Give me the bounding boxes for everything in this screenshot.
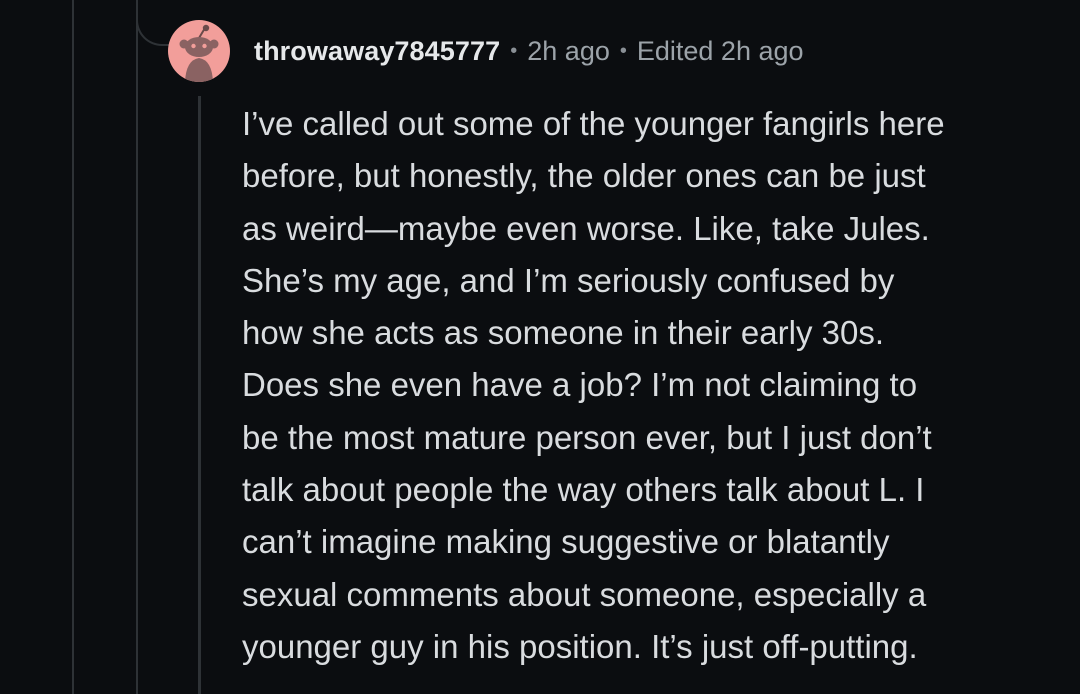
thread-connector	[136, 0, 170, 46]
comment-body-line: She’s my age, and I’m seriously confused…	[242, 261, 895, 299]
comment-body-line: be the most mature person ever, but I ju…	[242, 418, 932, 456]
edited-label: Edited 2h ago	[636, 35, 804, 66]
comment-body-line: sexual comments about someone, especiall…	[242, 575, 927, 613]
comment-body-line: Does she even have a job? I’m not claimi…	[242, 366, 918, 404]
snoo-avatar-icon[interactable]	[168, 20, 230, 82]
separator-dot: •	[619, 39, 627, 62]
thread-line-level-1[interactable]	[72, 0, 74, 694]
comment-body-line: I’ve called out some of the younger fang…	[242, 105, 945, 142]
comment-body: I’ve called out some of the younger fang…	[242, 98, 1042, 673]
separator-dot: •	[510, 39, 518, 62]
username-link[interactable]: throwaway7845777	[254, 36, 500, 67]
comment-collapse-line[interactable]	[198, 96, 201, 694]
comment-body-line: as weird—maybe even worse. Like, take Ju…	[242, 209, 930, 247]
comment-body-line: talk about people the way others talk ab…	[242, 471, 925, 509]
timestamp: 2h ago	[527, 35, 610, 66]
comment-meta: throwaway7845777 • 2h ago • Edited 2h ag…	[254, 31, 804, 71]
thread-line-level-2[interactable]	[136, 0, 138, 694]
comment-body-line: younger guy in his position. It’s just o…	[242, 627, 918, 665]
comment-thread-view: throwaway7845777 • 2h ago • Edited 2h ag…	[0, 0, 1080, 694]
comment-body-line: how she acts as someone in their early 3…	[242, 314, 885, 352]
comment-body-line: can’t imagine making suggestive or blata…	[242, 523, 890, 561]
comment-body-line: before, but honestly, the older ones can…	[242, 157, 926, 195]
